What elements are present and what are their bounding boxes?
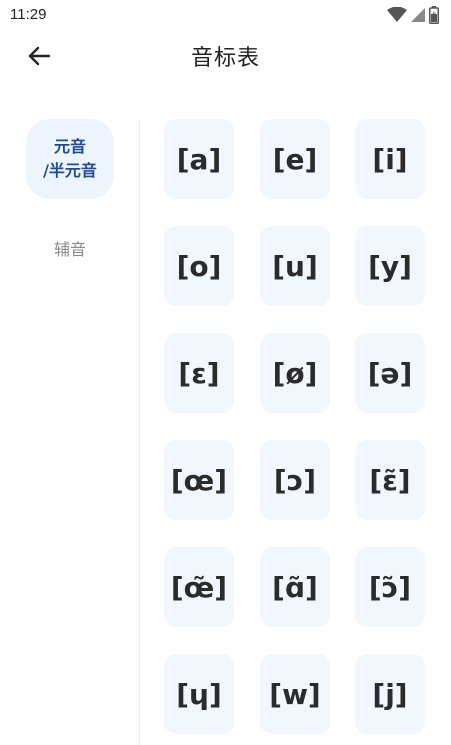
tab-vowels-label-line1: 元音 [53, 137, 86, 156]
symbol-cell[interactable]: [o] [164, 226, 234, 306]
symbol-cell[interactable]: [ɑ̃] [260, 547, 330, 627]
status-icons [387, 6, 439, 24]
battery-icon [429, 6, 439, 24]
symbol-cell[interactable]: [w] [260, 654, 330, 734]
symbol-cell[interactable]: [ɛ] [164, 333, 234, 413]
symbol-cell[interactable]: [œ̃] [164, 547, 234, 627]
symbol-cell[interactable]: [ɥ] [164, 654, 234, 734]
symbol-cell[interactable]: [ɔ] [260, 440, 330, 520]
status-time: 11:29 [10, 6, 47, 23]
signal-icon [411, 8, 425, 22]
symbol-cell[interactable]: [ø] [260, 333, 330, 413]
sidebar-divider [139, 120, 140, 745]
wifi-icon [387, 7, 407, 22]
tab-consonants[interactable]: 辅音 [26, 228, 114, 268]
symbol-cell[interactable]: [ə] [355, 333, 425, 413]
page-title: 音标表 [190, 46, 260, 71]
tab-consonants-label: 辅音 [53, 240, 86, 259]
tab-vowels[interactable]: 元音 /半元音 [26, 119, 114, 199]
sidebar: 元音 /半元音 辅音 [0, 82, 140, 745]
symbol-cell[interactable]: [i] [355, 119, 425, 199]
symbol-cell[interactable]: [a] [164, 119, 234, 199]
symbol-cell[interactable]: [u] [260, 226, 330, 306]
symbol-cell[interactable]: [y] [355, 226, 425, 306]
symbol-cell[interactable]: [j] [355, 654, 425, 734]
symbol-cell[interactable]: [e] [260, 119, 330, 199]
symbol-cell[interactable]: [ɔ̃] [355, 547, 425, 627]
symbol-cell[interactable]: [ɛ̃] [355, 440, 425, 520]
status-bar: 11:29 [0, 0, 451, 30]
symbol-cell[interactable]: [œ] [164, 440, 234, 520]
app-bar: 音标表 [0, 30, 451, 82]
tab-vowels-label-line2: /半元音 [43, 161, 97, 180]
